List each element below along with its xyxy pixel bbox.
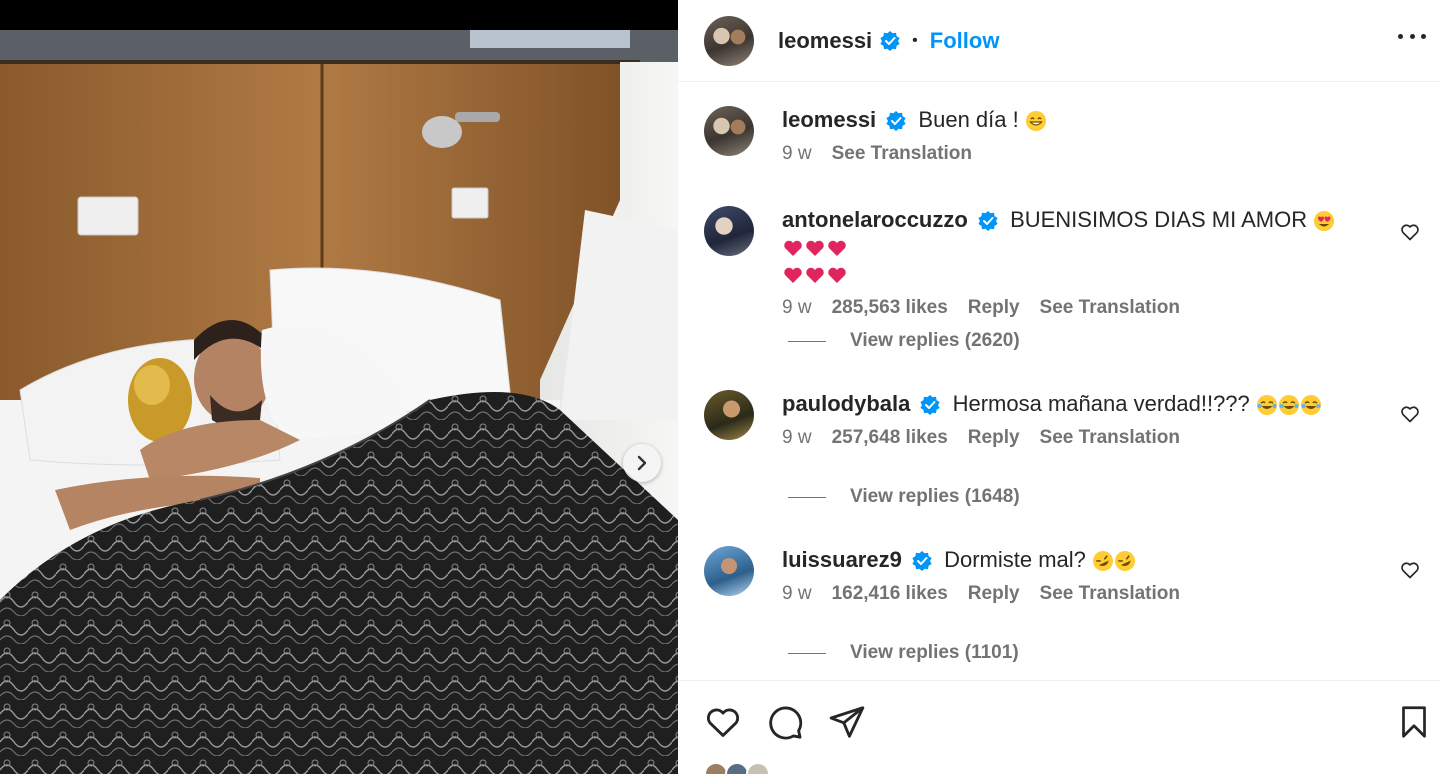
- comment-text: Dormiste mal?: [944, 547, 1086, 572]
- heart-eyes-emoji-icon: [1314, 211, 1335, 232]
- avatar[interactable]: [704, 15, 754, 66]
- see-translation-button[interactable]: See Translation: [832, 143, 972, 165]
- verified-badge-icon: [920, 395, 941, 416]
- view-replies-button[interactable]: View replies (1648): [788, 486, 1020, 508]
- heart-icon[interactable]: [1400, 560, 1420, 580]
- comment-username[interactable]: paulodybala: [782, 391, 910, 416]
- reply-button[interactable]: Reply: [968, 297, 1020, 319]
- rolling-laughing-emoji-icon: [1093, 551, 1136, 572]
- comment-username[interactable]: antonelaroccuzzo: [782, 207, 968, 232]
- avatar[interactable]: [704, 546, 754, 596]
- see-translation-button[interactable]: See Translation: [1040, 583, 1180, 605]
- avatar[interactable]: [704, 106, 754, 156]
- avatar[interactable]: [704, 206, 754, 256]
- reply-button[interactable]: Reply: [968, 427, 1020, 449]
- caption-meta: 9 w See Translation: [782, 143, 1382, 165]
- comment-likes[interactable]: 162,416 likes: [832, 583, 948, 605]
- tears-of-joy-emoji-icon: [1256, 395, 1321, 416]
- comment-likes[interactable]: 285,563 likes: [832, 297, 948, 319]
- avatar[interactable]: [704, 390, 754, 440]
- verified-badge-icon: [912, 551, 932, 572]
- comment-meta: 9 w 285,563 likes Reply See Translation: [782, 297, 1382, 319]
- caption-username[interactable]: leomessi: [782, 107, 876, 132]
- post-actions-bar: [678, 680, 1440, 774]
- post-header: leomessi • Follow: [678, 0, 1440, 82]
- divider: [788, 496, 826, 498]
- red-hearts-emoji-icon: [784, 267, 846, 284]
- liked-by-row[interactable]: [704, 762, 771, 774]
- comment-time: 9 w: [782, 297, 812, 318]
- follow-button[interactable]: Follow: [930, 28, 1000, 54]
- comment-text: BUENISIMOS DIAS MI AMOR: [1010, 207, 1308, 232]
- comment-icon[interactable]: [766, 703, 804, 741]
- bookmark-icon[interactable]: [1396, 703, 1432, 741]
- caption-text-line: leomessi Buen día !: [782, 106, 1382, 133]
- see-translation-button[interactable]: See Translation: [1040, 297, 1180, 319]
- red-hearts-emoji-icon: [784, 240, 846, 257]
- comment-meta: 9 w 162,416 likes Reply See Translation: [782, 583, 1382, 605]
- comment-text-line: paulodybala Hermosa mañana verdad!!???: [782, 390, 1382, 417]
- view-replies-button[interactable]: View replies (2620): [788, 330, 1020, 352]
- post-sidebar: leomessi • Follow leomessi Buen día ! 9 …: [678, 0, 1440, 774]
- reply-button[interactable]: Reply: [968, 583, 1020, 605]
- heart-icon[interactable]: [1400, 404, 1420, 424]
- see-translation-button[interactable]: See Translation: [1040, 427, 1180, 449]
- comment-text-line: luissuarez9 Dormiste mal?: [782, 546, 1382, 573]
- caption-text: Buen día !: [918, 107, 1019, 132]
- next-photo-button[interactable]: [623, 444, 661, 482]
- comment-meta: 9 w 257,648 likes Reply See Translation: [782, 427, 1382, 449]
- view-replies-button[interactable]: View replies (1101): [788, 642, 1019, 664]
- verified-badge-icon: [978, 211, 998, 232]
- post-image: [0, 0, 678, 774]
- verified-badge-icon: [880, 30, 900, 51]
- comment-time: 9 w: [782, 427, 812, 448]
- post-author-username[interactable]: leomessi: [778, 28, 872, 54]
- view-replies-label: View replies (2620): [850, 330, 1020, 351]
- grinning-face-emoji-icon: [1025, 111, 1046, 132]
- post-photo[interactable]: [0, 0, 678, 774]
- view-replies-label: View replies (1648): [850, 486, 1020, 507]
- separator-dot: •: [912, 31, 918, 49]
- heart-icon[interactable]: [704, 703, 742, 741]
- more-options-icon[interactable]: [1398, 24, 1426, 48]
- heart-icon[interactable]: [1400, 222, 1420, 242]
- divider: [788, 652, 826, 654]
- share-icon[interactable]: [828, 703, 866, 741]
- divider: [788, 340, 826, 342]
- view-replies-label: View replies (1101): [850, 642, 1019, 663]
- comment-text: Hermosa mañana verdad!!???: [952, 391, 1250, 416]
- comment-time: 9 w: [782, 583, 812, 604]
- chevron-right-icon: [637, 455, 647, 471]
- verified-badge-icon: [886, 111, 906, 132]
- comments-list[interactable]: leomessi Buen día ! 9 w See Translation …: [678, 82, 1440, 680]
- caption-time: 9 w: [782, 143, 812, 164]
- comment-username[interactable]: luissuarez9: [782, 547, 902, 572]
- comment-text-line: antonelaroccuzzo BUENISIMOS DIAS MI AMOR: [782, 206, 1382, 287]
- comment-likes[interactable]: 257,648 likes: [832, 427, 948, 449]
